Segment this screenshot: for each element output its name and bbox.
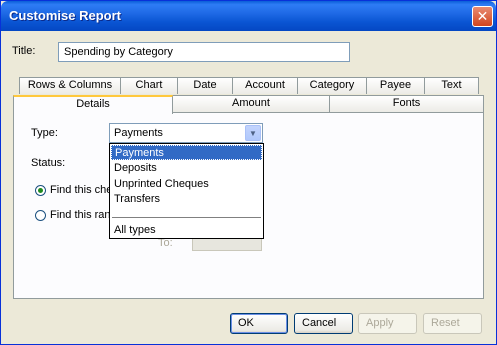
tab-payee[interactable]: Payee bbox=[366, 77, 425, 94]
tab-details[interactable]: Details bbox=[13, 95, 173, 114]
dropdown-option-payments[interactable]: Payments bbox=[111, 145, 262, 160]
customise-report-dialog: Customise Report ✕ Title: Rows & Columns… bbox=[0, 0, 497, 345]
reset-button[interactable]: Reset bbox=[423, 313, 482, 334]
cancel-button[interactable]: Cancel bbox=[294, 313, 353, 334]
dropdown-option-transfers[interactable]: Transfers bbox=[111, 192, 262, 207]
title-label: Title: bbox=[12, 45, 36, 57]
type-label: Type: bbox=[31, 127, 58, 139]
tab-text[interactable]: Text bbox=[424, 77, 479, 94]
title-input[interactable] bbox=[58, 42, 350, 62]
dropdown-option-all-types[interactable]: All types bbox=[111, 223, 262, 238]
tab-rows-columns[interactable]: Rows & Columns bbox=[19, 77, 121, 94]
tab-fonts[interactable]: Fonts bbox=[329, 95, 484, 112]
chevron-down-icon[interactable]: ▼ bbox=[245, 125, 261, 141]
status-label: Status: bbox=[31, 157, 66, 169]
find-range-label: Find this ran bbox=[50, 209, 111, 221]
find-cheque-label: Find this che bbox=[50, 184, 113, 196]
dropdown-option-unprinted-cheques[interactable]: Unprinted Cheques bbox=[111, 177, 262, 192]
apply-button[interactable]: Apply bbox=[358, 313, 417, 334]
dialog-title: Customise Report bbox=[9, 8, 121, 23]
tab-category[interactable]: Category bbox=[297, 77, 367, 94]
dropdown-divider bbox=[112, 217, 261, 218]
tab-date[interactable]: Date bbox=[177, 77, 233, 94]
dropdown-option-deposits[interactable]: Deposits bbox=[111, 161, 262, 176]
type-select-value: Payments bbox=[114, 127, 163, 139]
type-dropdown-list: Payments Deposits Unprinted Cheques Tran… bbox=[109, 143, 264, 239]
type-select[interactable]: Payments ▼ bbox=[109, 123, 263, 143]
tab-amount[interactable]: Amount bbox=[172, 95, 330, 112]
tab-account[interactable]: Account bbox=[232, 77, 298, 94]
ok-button[interactable]: OK bbox=[230, 313, 288, 334]
find-range-radio[interactable] bbox=[35, 210, 46, 221]
close-icon[interactable]: ✕ bbox=[472, 6, 493, 27]
title-bar[interactable]: Customise Report ✕ bbox=[1, 1, 496, 31]
find-cheque-radio[interactable] bbox=[35, 185, 46, 196]
tab-chart[interactable]: Chart bbox=[120, 77, 178, 94]
